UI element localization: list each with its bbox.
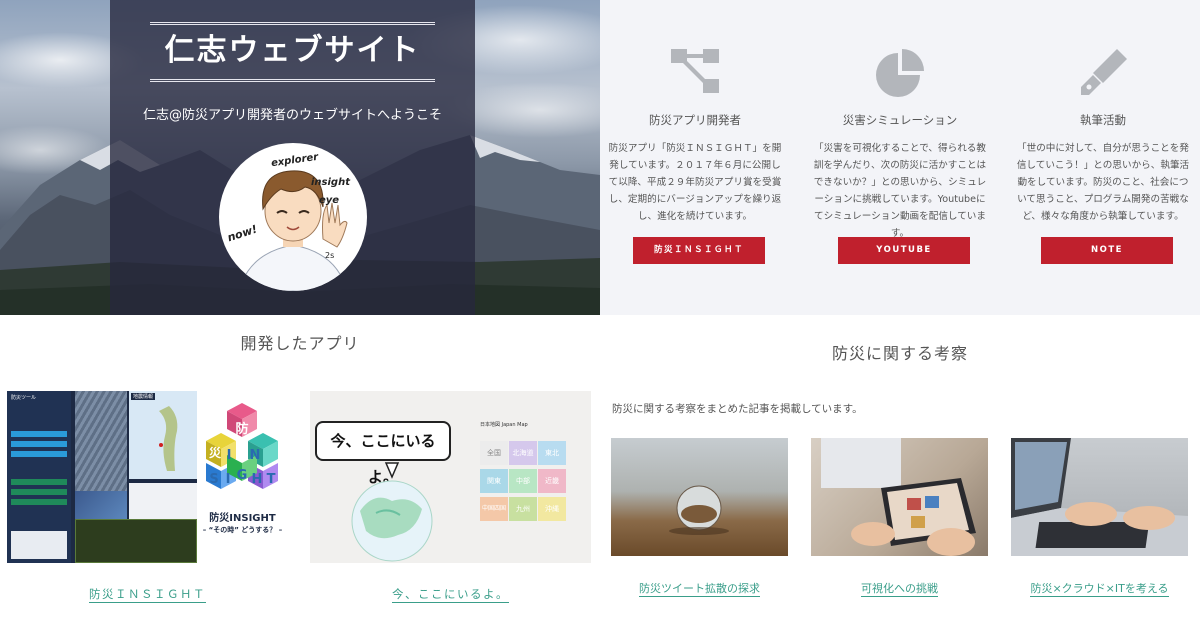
logo-tagline: – “その時” どうする？ – [202,526,283,534]
pie-chart-icon [876,49,924,97]
svg-text:防: 防 [235,421,248,437]
site-subtitle: 仁志@防災アプリ開発者のウェブサイトへようこそ [142,108,442,123]
svg-text:H: H [252,472,263,487]
youtube-button[interactable]: YOUTUBE [838,237,970,264]
service-title: 執筆活動 [1080,113,1126,127]
article-link-cloud-it[interactable]: 防災×クラウド×ITを考える [1011,580,1188,597]
service-title: 災害シミュレーション [842,113,958,127]
services-section: 防災アプリ開発者 防災アプリ「防災ＩＮＳＩＧＨＴ」を開発しています。２０１７年６… [600,0,1200,315]
apps-heading: 開発したアプリ [240,334,360,353]
avatar-word-2s: 2s [325,251,335,260]
svg-text:S: S [209,472,218,487]
service-description: 「世の中に対して、自分が思うことを発信していこう！」との思いから、執筆活動をして… [1016,143,1190,222]
bousai-insight-button[interactable]: 防災ＩＮＳＩＧＨＴ [633,237,765,264]
disaster-heading: 防災に関する考察 [831,344,968,363]
service-description: 防災アプリ「防災ＩＮＳＩＧＨＴ」を開発しています。２０１７年６月に公開して以降、… [608,143,782,222]
pen-icon [1081,49,1127,95]
svg-text:I: I [227,448,232,463]
earthquake-map: 地震情報 [129,391,197,479]
site-title: 仁志ウェブサイト [150,22,435,82]
service-title: 防災アプリ開発者 [649,113,741,127]
svg-text:災: 災 [209,446,222,460]
svg-text:T: T [267,472,276,487]
avatar-word-eye: eye [319,195,340,206]
avatar: explorer insight eye now! 2s [219,143,367,291]
note-button[interactable]: NOTE [1041,237,1173,264]
article-link-visualization[interactable]: 可視化への挑戦 [811,580,988,597]
bousai-insight-thumbnail[interactable]: 防災ツール 地震情報 防 災 I N S I G H T 防災INSIGHT –… [7,391,288,563]
svg-text:G: G [237,468,248,483]
svg-text:N: N [250,448,261,463]
flowchart-icon [671,49,719,93]
logo-title: 防災INSIGHT [209,513,276,524]
bousai-insight-link[interactable]: 防災ＩＮＳＩＧＨＴ [7,586,288,603]
svg-text:I: I [226,472,231,487]
bousai-insight-logo: 防 災 I N S I G H T 防災INSIGHT – “その時” どうする… [197,391,288,563]
globe-illustration [351,462,433,562]
service-description: 「災害を可視化することで、得られる教訓を学んだり、次の防災に活かすことはできない… [813,143,987,239]
imakoko-link[interactable]: 今、ここにいるよ。 [310,586,591,603]
crystal-ball-photo[interactable] [611,438,788,556]
avatar-word-insight: insight [311,177,350,188]
disaster-intro: 防災に関する考察をまとめた記事を掲載しています。 [612,403,863,415]
rain-map [75,391,127,491]
tool-panel: 防災ツール [7,391,71,563]
japan-map-title: 日本地図 Japan Map [480,422,528,428]
laptop-typing-photo[interactable] [1011,438,1188,556]
hero-banner: 仁志ウェブサイト 仁志@防災アプリ開発者のウェブサイトへようこそ explore… [0,0,600,315]
tool-panel-header: 防災ツール [11,395,37,401]
imakoko-thumbnail[interactable]: 今、ここにいるよ。 日本地図 Japan Map 全国 北海道 東北 関東 中部… [310,391,591,563]
tablet-photo[interactable] [811,438,988,556]
article-link-tweet[interactable]: 防災ツイート拡散の探求 [611,580,788,597]
